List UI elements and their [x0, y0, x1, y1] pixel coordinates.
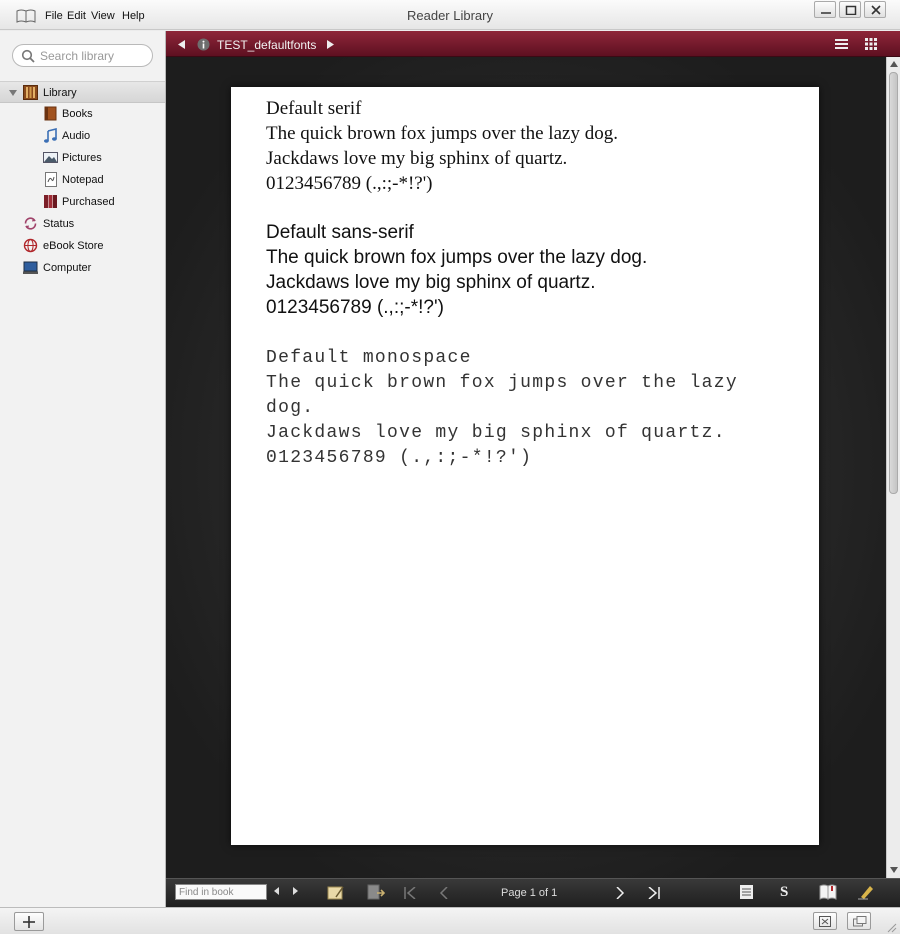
sidebar-item-label: Computer [43, 262, 92, 274]
scroll-thumb[interactable] [889, 72, 898, 494]
restore-view-button[interactable] [847, 912, 871, 930]
sidebar: Library Books Audio Pictures Notepad [0, 31, 166, 907]
sans-heading: Default sans-serif [266, 222, 414, 243]
sidebar-item-label: Books [62, 108, 93, 120]
last-page-icon[interactable] [647, 887, 661, 899]
mono-line: dog. [266, 398, 315, 418]
purchased-books-icon [44, 195, 57, 208]
scroll-down-icon[interactable] [890, 867, 898, 873]
sidebar-item-purchased[interactable]: Purchased [0, 191, 165, 213]
highlighter-icon[interactable] [858, 884, 874, 900]
search-box[interactable] [12, 44, 153, 67]
sidebar-item-label: Status [43, 218, 75, 230]
sidebar-item-label: Audio [62, 130, 91, 142]
close-button[interactable] [864, 1, 886, 18]
previous-page-icon[interactable] [439, 887, 449, 899]
sidebar-item-status[interactable]: Status [0, 213, 165, 235]
page-view-icon[interactable] [739, 884, 754, 900]
picture-icon [43, 152, 58, 163]
sidebar-item-notepad[interactable]: Notepad [0, 169, 165, 191]
mono-line: 0123456789 (.,:;-*!?') [266, 448, 533, 468]
list-view-icon[interactable] [835, 38, 848, 50]
mono-line: The quick brown fox jumps over the lazy [266, 373, 738, 393]
sidebar-item-label: eBook Store [43, 240, 104, 252]
vertical-scrollbar[interactable] [886, 57, 900, 878]
music-note-icon [44, 128, 57, 143]
sync-button[interactable]: S [780, 884, 788, 901]
next-page-icon[interactable] [615, 887, 625, 899]
find-next-icon[interactable] [290, 886, 300, 896]
window-title: Reader Library [407, 8, 493, 23]
status-bar [0, 907, 900, 934]
page-indicator: Page 1 of 1 [501, 887, 558, 899]
serif-line: Jackdaws love my big sphinx of quartz. [266, 148, 568, 169]
back-arrow-icon[interactable] [178, 40, 186, 49]
expand-triangle-icon[interactable] [9, 89, 17, 97]
sidebar-item-label: Pictures [62, 152, 102, 164]
sans-line: 0123456789 (.,:;-*!?') [266, 297, 444, 318]
first-page-icon[interactable] [403, 887, 417, 899]
sans-line: The quick brown fox jumps over the lazy … [266, 247, 648, 268]
sidebar-item-label: Purchased [62, 196, 115, 208]
library-shelf-icon [23, 85, 38, 100]
sidebar-item-books[interactable]: Books [0, 103, 165, 125]
add-button[interactable] [14, 912, 44, 931]
books-icon [44, 106, 57, 121]
forward-arrow-icon[interactable] [327, 40, 335, 49]
book-page[interactable]: Default serif The quick brown fox jumps … [231, 87, 819, 845]
minimize-icon [821, 12, 831, 14]
maximize-button[interactable] [839, 1, 861, 18]
plus-icon [23, 916, 35, 928]
sidebar-item-label: Notepad [62, 174, 104, 186]
maximize-icon [845, 5, 857, 15]
open-book-view-icon[interactable] [819, 884, 837, 900]
document-title: TEST_defaultfonts [217, 38, 317, 52]
sidebar-item-ebook-store[interactable]: eBook Store [0, 235, 165, 257]
sidebar-item-label: Library [43, 87, 77, 99]
scroll-up-icon[interactable] [890, 61, 898, 67]
serif-heading: Default serif [266, 98, 362, 119]
fullscreen-icon [819, 916, 831, 927]
computer-icon [23, 261, 38, 274]
search-input[interactable] [40, 47, 148, 64]
title-bar: File Edit View Help Reader Library [0, 0, 900, 30]
sans-line: Jackdaws love my big sphinx of quartz. [266, 272, 596, 293]
notepad-icon [45, 172, 57, 187]
export-icon[interactable] [367, 884, 385, 901]
search-icon [21, 49, 35, 63]
resize-grip-icon[interactable] [886, 922, 897, 933]
find-in-book-input[interactable] [175, 884, 267, 900]
mono-line: Jackdaws love my big sphinx of quartz. [266, 423, 726, 443]
sidebar-item-computer[interactable]: Computer [0, 257, 165, 279]
serif-line: The quick brown fox jumps over the lazy … [266, 123, 618, 144]
reading-area: Default serif The quick brown fox jumps … [166, 57, 886, 878]
window-restore-icon [853, 916, 867, 927]
sidebar-item-library[interactable]: Library [0, 81, 165, 103]
close-icon [871, 5, 881, 15]
find-previous-icon[interactable] [272, 886, 282, 896]
sidebar-item-pictures[interactable]: Pictures [0, 147, 165, 169]
serif-line: 0123456789 (.,:;-*!?') [266, 173, 433, 194]
sidebar-item-audio[interactable]: Audio [0, 125, 165, 147]
mono-heading: Default monospace [266, 348, 472, 368]
grid-view-icon[interactable] [865, 38, 877, 50]
reader-pane: TEST_defaultfonts Default serif The quic… [166, 31, 900, 907]
info-icon[interactable] [197, 38, 210, 51]
fullscreen-button[interactable] [813, 912, 837, 930]
sync-icon [24, 217, 37, 230]
reader-toolbar: Page 1 of 1 S [166, 878, 900, 907]
globe-icon [23, 238, 38, 253]
bookmark-note-icon[interactable] [327, 884, 345, 901]
reader-header: TEST_defaultfonts [166, 31, 900, 57]
minimize-button[interactable] [814, 1, 836, 18]
